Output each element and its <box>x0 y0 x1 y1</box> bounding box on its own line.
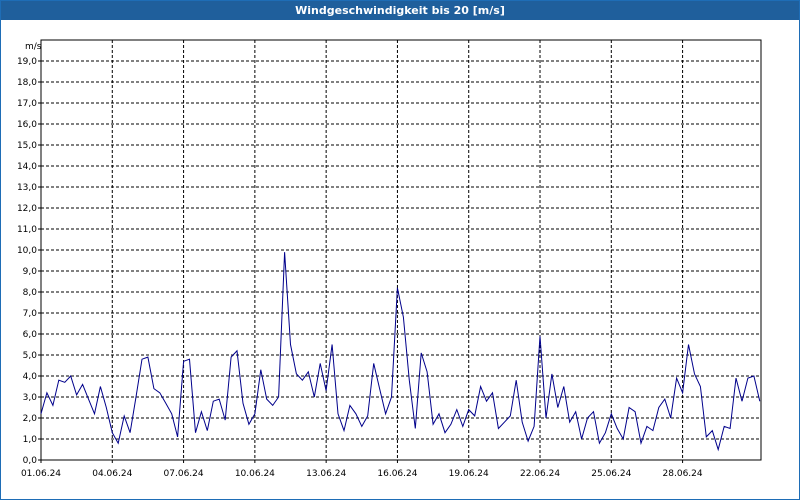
y-tick-label: 11,0 <box>17 225 37 235</box>
y-tick-label: 14,0 <box>17 162 37 172</box>
y-tick-label: 3,0 <box>23 393 38 403</box>
chart-window: Windgeschwindigkeit bis 20 [m/s] m/s 0,0… <box>0 0 800 500</box>
x-tick-label: 01.06.24 <box>21 469 61 479</box>
y-tick-label: 12,0 <box>17 204 37 214</box>
x-tick-label: 10.06.24 <box>235 469 275 479</box>
x-tick-label: 16.06.24 <box>377 469 417 479</box>
y-tick-label: 5,0 <box>23 351 38 361</box>
y-tick-label: 19,0 <box>17 57 37 67</box>
x-tick-label: 19.06.24 <box>449 469 489 479</box>
y-tick-label: 6,0 <box>23 330 38 340</box>
y-tick-label: 4,0 <box>23 372 38 382</box>
y-tick-label: 17,0 <box>17 99 37 109</box>
y-tick-label: 10,0 <box>17 246 37 256</box>
x-tick-label: 25.06.24 <box>591 469 631 479</box>
y-axis-label: m/s <box>25 42 42 52</box>
y-tick-label: 1,0 <box>23 435 38 445</box>
y-tick-label: 13,0 <box>17 183 37 193</box>
grid-lines <box>41 40 761 460</box>
y-tick-label: 18,0 <box>17 78 37 88</box>
x-tick-label: 28.06.24 <box>663 469 703 479</box>
y-tick-label: 0,0 <box>23 456 38 466</box>
y-tick-label: 16,0 <box>17 120 37 130</box>
x-tick-label: 04.06.24 <box>92 469 132 479</box>
x-tick-label: 22.06.24 <box>520 469 560 479</box>
y-tick-labels: 0,0 1,0 2,0 3,0 4,0 5,0 6,0 7,0 8,0 9,0 10,0 11,0 12… <box>17 57 41 466</box>
wind-speed-line <box>40 252 761 452</box>
x-tick-label: 07.06.24 <box>164 469 204 479</box>
y-tick-label: 9,0 <box>23 267 38 277</box>
y-tick-label: 15,0 <box>17 141 37 151</box>
y-tick-label: 8,0 <box>23 288 38 298</box>
chart-canvas: m/s 0,0 1,0 2,0 3,0 4,0 5,0 6,0 7,0 8,0 9,0 10,0 11… <box>17 39 762 479</box>
y-tick-label: 7,0 <box>23 309 38 319</box>
y-tick-label: 2,0 <box>23 414 38 424</box>
x-tick-labels: 01.06.24 04.06.24 07.06.24 10.06.24 13.06.24… <box>21 460 703 479</box>
x-tick-label: 13.06.24 <box>306 469 346 479</box>
